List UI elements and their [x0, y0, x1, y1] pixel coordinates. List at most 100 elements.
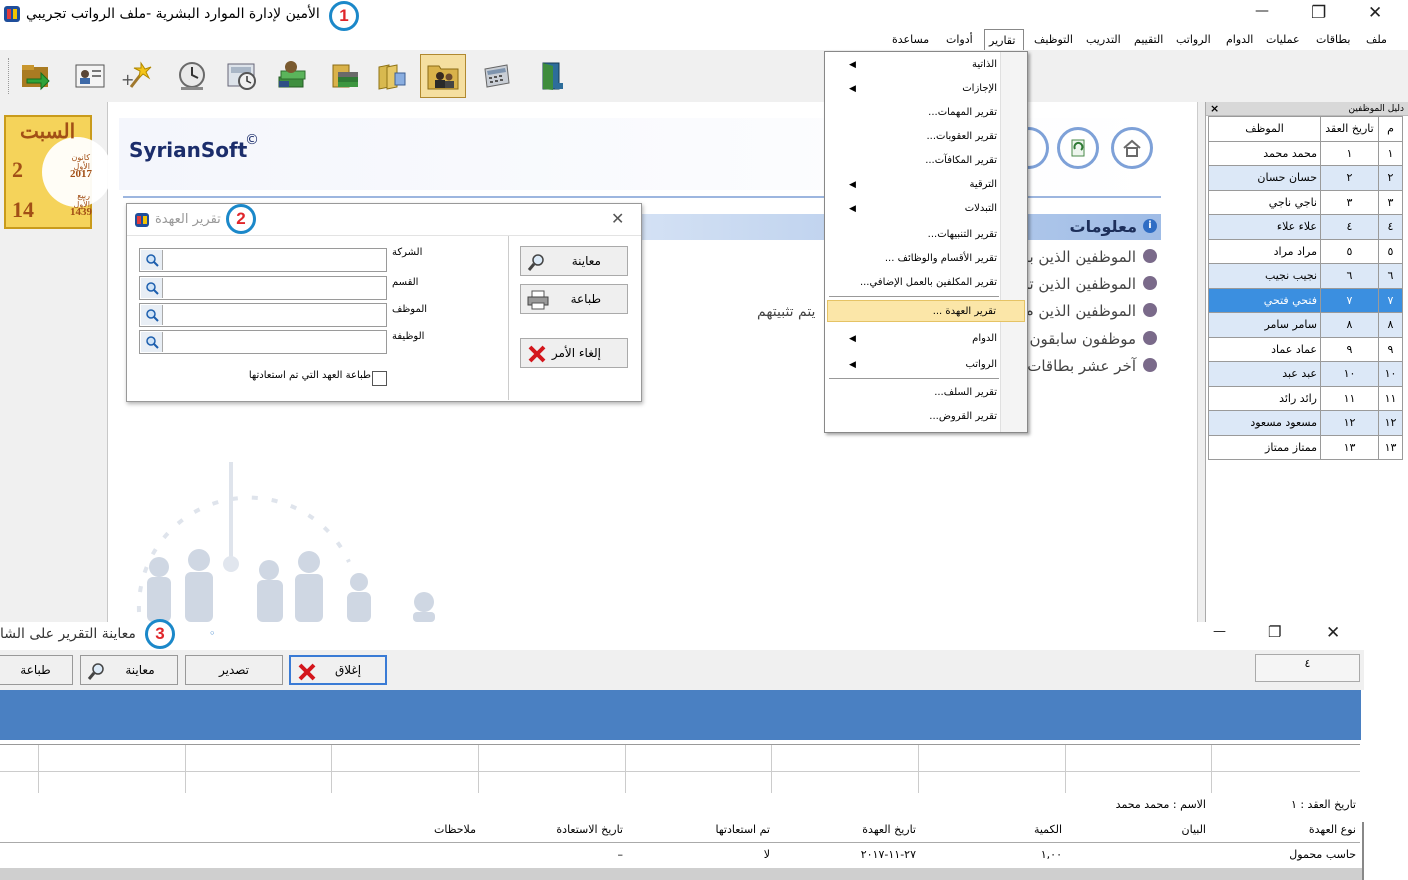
minimize-button[interactable]: —: [1255, 3, 1269, 19]
books-icon[interactable]: [326, 56, 366, 96]
menu-salaries[interactable]: الرواتب: [1172, 29, 1215, 50]
reports-menu-item[interactable]: تقرير الأقسام والوظائف ...: [827, 248, 1025, 270]
preview-horizontal-scrollbar[interactable]: [0, 868, 1364, 880]
preview-close-report-button[interactable]: إغلاق: [289, 655, 387, 685]
exit-icon[interactable]: [16, 56, 56, 96]
menu-operations[interactable]: عمليات: [1262, 29, 1304, 50]
preview-minimize-button[interactable]: —: [1213, 624, 1226, 639]
table-row[interactable]: ١١ ١١ رائد رائد: [1208, 385, 1403, 411]
reports-menu-item[interactable]: الإجازات ◀: [827, 78, 1025, 100]
menu-training[interactable]: التدريب: [1082, 29, 1125, 50]
table-row[interactable]: ١٢ ١٢ مسعود مسعود: [1208, 410, 1403, 436]
row-contract-date: ١٣: [1320, 434, 1379, 460]
home-icon[interactable]: [1111, 127, 1153, 169]
reports-menu-item[interactable]: الدوام ◀: [827, 328, 1025, 350]
table-row[interactable]: ٣ ٣ ناجي ناجي: [1208, 189, 1403, 215]
cancel-button[interactable]: إلغاء الأمر: [520, 338, 628, 368]
preview-maximize-button[interactable]: ❐: [1268, 623, 1281, 641]
submenu-arrow-icon: ◀: [849, 334, 856, 344]
company-field[interactable]: [139, 248, 387, 272]
page-number-field[interactable]: ٤: [1255, 654, 1360, 682]
print-returned-checkbox[interactable]: [372, 371, 387, 386]
table-row[interactable]: ١٠ ١٠ عبد عبد: [1208, 361, 1403, 387]
reports-menu-item[interactable]: تقرير التنبيهات...: [827, 224, 1025, 246]
reports-menu-item[interactable]: التبدلات ◀: [827, 198, 1025, 220]
search-icon[interactable]: [141, 332, 163, 352]
reports-menu-item[interactable]: تقرير السلف...: [827, 382, 1025, 404]
menu-evaluation[interactable]: التقييم: [1130, 29, 1167, 50]
employee-list-header: دليل الموظفين ×: [1206, 102, 1408, 116]
menu-reports[interactable]: تقارير: [984, 29, 1024, 50]
job-field[interactable]: [139, 330, 387, 354]
preview-close-button[interactable]: ✕: [1326, 623, 1340, 643]
info-line-1[interactable]: الموظفين الذين با: [1025, 248, 1136, 266]
employee-field[interactable]: [139, 303, 387, 327]
reports-menu-item[interactable]: تقرير العقوبات...: [827, 126, 1025, 148]
table-row[interactable]: ٧ ٧ فتحي فتحي: [1208, 287, 1403, 313]
reports-menu-item-label: تقرير العهدة ...: [932, 306, 996, 317]
preview-button-label: معاينة: [571, 254, 601, 268]
close-button[interactable]: ✕: [1368, 3, 1382, 23]
preview-button[interactable]: معاينة: [520, 246, 628, 276]
reports-menu-item[interactable]: تقرير المكافآت...: [827, 150, 1025, 172]
search-icon[interactable]: [141, 305, 163, 325]
row-number: ٥: [1378, 238, 1403, 264]
reports-menu-item[interactable]: تقرير القروض...: [827, 406, 1025, 428]
info-line-4[interactable]: موظفون سابقون: [1029, 330, 1136, 348]
col-contract-date[interactable]: تاريخ العقد: [1320, 116, 1379, 142]
search-icon[interactable]: [141, 278, 163, 298]
preview-export-button[interactable]: تصدير: [185, 655, 283, 685]
department-field[interactable]: [139, 276, 387, 300]
reports-menu-item[interactable]: الترقية ◀: [827, 174, 1025, 196]
print-returned-label: طباعة العهد التي تم استعادتها: [248, 370, 371, 381]
calculator-icon[interactable]: [476, 56, 516, 96]
print-button[interactable]: طباعة: [520, 284, 628, 314]
table-row[interactable]: ٩ ٩ عماد عماد: [1208, 336, 1403, 362]
grid-column-line: [1065, 745, 1066, 793]
info-line-5[interactable]: آخر عشر بطاقات ل: [1012, 357, 1136, 375]
salaries-money-icon[interactable]: [272, 56, 312, 96]
maximize-button[interactable]: ❐: [1311, 3, 1326, 23]
table-row[interactable]: ١ ١ محمد محمد: [1208, 140, 1403, 166]
col-number[interactable]: م: [1378, 116, 1403, 142]
add-wizard-icon[interactable]: +: [116, 56, 156, 96]
info-line-2[interactable]: الموظفين الذين تم: [1019, 275, 1136, 293]
preview-title: معاينة التقرير على الشا: [0, 626, 136, 642]
reports-menu-item[interactable]: الذاتية ◀: [827, 54, 1025, 76]
employee-list-close-icon[interactable]: ×: [1210, 102, 1219, 116]
menu-attendance[interactable]: الدوام: [1222, 29, 1257, 50]
preview-preview-button[interactable]: معاينة: [80, 655, 178, 685]
employee-card-icon[interactable]: [70, 56, 110, 96]
red-x-icon: [527, 344, 547, 367]
menu-file[interactable]: ملف: [1362, 29, 1391, 50]
door-exit-icon[interactable]: [532, 56, 572, 96]
company-label: الشركة: [392, 247, 423, 258]
info-line-3[interactable]: الموظفين الذين م: [1024, 302, 1136, 320]
folders-icon[interactable]: [372, 56, 412, 96]
clock-icon[interactable]: [172, 56, 212, 96]
employees-folder-icon[interactable]: [420, 54, 466, 98]
reports-menu-item[interactable]: تقرير المهمات...: [827, 102, 1025, 124]
preview-print-button[interactable]: طباعة: [0, 655, 73, 685]
printer-icon: [527, 290, 549, 313]
table-row[interactable]: ٦ ٦ نجيب نجيب: [1208, 263, 1403, 289]
menu-recruitment[interactable]: التوظيف: [1030, 29, 1077, 50]
row-employee-name: ناجي ناجي: [1208, 189, 1321, 215]
search-icon[interactable]: [141, 250, 163, 270]
reports-menu-item[interactable]: تقرير المكلفين بالعمل الإضافي...: [827, 272, 1025, 294]
reports-menu-item[interactable]: الرواتب ◀: [827, 354, 1025, 376]
menu-cards[interactable]: بطاقات: [1312, 29, 1354, 50]
brand-copyright-mark: ©: [245, 132, 259, 148]
menu-help[interactable]: مساعدة: [888, 29, 933, 50]
dialog-close-button[interactable]: ✕: [611, 209, 624, 228]
menu-tools[interactable]: أدوات: [942, 29, 977, 50]
table-row[interactable]: ٥ ٥ مراد مراد: [1208, 238, 1403, 264]
table-row[interactable]: ٨ ٨ سامر سامر: [1208, 312, 1403, 338]
reports-menu-item[interactable]: تقرير العهدة ...: [827, 300, 1025, 322]
table-row[interactable]: ١٣ ١٣ ممتاز ممتاز: [1208, 434, 1403, 460]
col-employee[interactable]: الموظف: [1208, 116, 1321, 142]
refresh-icon[interactable]: [1057, 127, 1099, 169]
attendance-clock-icon[interactable]: [222, 56, 262, 96]
table-row[interactable]: ٤ ٤ علاء علاء: [1208, 214, 1403, 240]
table-row[interactable]: ٢ ٢ حسان حسان: [1208, 165, 1403, 191]
